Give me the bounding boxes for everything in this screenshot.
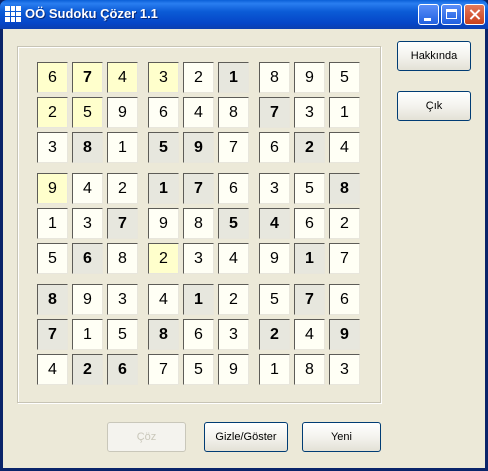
sudoku-cell[interactable]: 8 <box>218 97 249 128</box>
sudoku-cell[interactable]: 1 <box>107 132 138 163</box>
new-button[interactable]: Yeni <box>302 422 381 452</box>
sudoku-cell[interactable]: 9 <box>107 97 138 128</box>
title-bar[interactable]: OÖ Sudoku Çözer 1.1 <box>0 0 488 29</box>
sudoku-cell[interactable]: 1 <box>218 62 249 93</box>
sudoku-cell[interactable]: 4 <box>148 284 179 315</box>
window-title: OÖ Sudoku Çözer 1.1 <box>25 6 158 21</box>
sudoku-cell[interactable]: 2 <box>183 62 214 93</box>
sudoku-cell[interactable]: 3 <box>72 208 103 239</box>
sudoku-cell[interactable]: 1 <box>183 284 214 315</box>
sudoku-cell[interactable]: 9 <box>183 132 214 163</box>
sudoku-cell[interactable]: 6 <box>148 97 179 128</box>
sudoku-cell[interactable]: 5 <box>218 208 249 239</box>
sudoku-cell[interactable]: 5 <box>259 284 290 315</box>
sudoku-cell[interactable]: 8 <box>37 284 68 315</box>
about-button[interactable]: Hakkında <box>397 41 471 71</box>
maximize-icon[interactable] <box>441 4 462 25</box>
sudoku-cell[interactable]: 6 <box>107 354 138 385</box>
sudoku-cell[interactable]: 2 <box>72 354 103 385</box>
sudoku-cell[interactable]: 7 <box>37 319 68 350</box>
close-icon[interactable] <box>464 4 485 25</box>
sudoku-cell[interactable]: 4 <box>107 62 138 93</box>
sudoku-cell[interactable]: 3 <box>37 132 68 163</box>
sudoku-cell[interactable]: 2 <box>107 173 138 204</box>
sudoku-cell[interactable]: 6 <box>183 319 214 350</box>
sudoku-cell[interactable]: 8 <box>294 354 325 385</box>
sudoku-cell[interactable]: 5 <box>148 132 179 163</box>
exit-button[interactable]: Çık <box>397 91 471 121</box>
sudoku-cell[interactable]: 9 <box>218 354 249 385</box>
sudoku-cell[interactable]: 5 <box>72 97 103 128</box>
sudoku-cell[interactable]: 9 <box>329 319 360 350</box>
sudoku-cell[interactable]: 8 <box>148 319 179 350</box>
sudoku-cell[interactable]: 6 <box>259 132 290 163</box>
sudoku-cell[interactable]: 1 <box>329 97 360 128</box>
sudoku-cell[interactable]: 7 <box>329 243 360 274</box>
sudoku-cell[interactable]: 7 <box>183 173 214 204</box>
sudoku-cell[interactable]: 3 <box>259 173 290 204</box>
grid-icon <box>5 6 21 22</box>
sudoku-cell[interactable]: 9 <box>259 243 290 274</box>
sudoku-cell[interactable]: 6 <box>329 284 360 315</box>
sudoku-window: OÖ Sudoku Çözer 1.1 67432189525964873138… <box>0 0 488 471</box>
sudoku-cell[interactable]: 7 <box>72 62 103 93</box>
sudoku-cell[interactable]: 7 <box>259 97 290 128</box>
sudoku-cell[interactable]: 3 <box>183 243 214 274</box>
sudoku-cell[interactable]: 7 <box>218 132 249 163</box>
sudoku-cell[interactable]: 3 <box>294 97 325 128</box>
solve-button[interactable]: Çöz <box>107 422 186 452</box>
sudoku-cell[interactable]: 3 <box>329 354 360 385</box>
sudoku-cell[interactable]: 7 <box>294 284 325 315</box>
sudoku-cell[interactable]: 1 <box>37 208 68 239</box>
sudoku-cell[interactable]: 2 <box>37 97 68 128</box>
sudoku-cell[interactable]: 5 <box>294 173 325 204</box>
sudoku-cell[interactable]: 8 <box>183 208 214 239</box>
sudoku-cell[interactable]: 4 <box>329 132 360 163</box>
sudoku-cell[interactable]: 8 <box>72 132 103 163</box>
sudoku-cell[interactable]: 4 <box>294 319 325 350</box>
sudoku-cell[interactable]: 5 <box>329 62 360 93</box>
sudoku-cell[interactable]: 9 <box>37 173 68 204</box>
sudoku-cell[interactable]: 1 <box>294 243 325 274</box>
sudoku-cell[interactable]: 7 <box>148 354 179 385</box>
sudoku-cell[interactable]: 2 <box>148 243 179 274</box>
sudoku-cell[interactable]: 4 <box>259 208 290 239</box>
sudoku-cell[interactable]: 4 <box>218 243 249 274</box>
sudoku-cell[interactable]: 4 <box>37 354 68 385</box>
sudoku-cell[interactable]: 8 <box>107 243 138 274</box>
client-area: 6743218952596487313815976249421763581379… <box>3 29 485 468</box>
sudoku-cell[interactable]: 3 <box>107 284 138 315</box>
sudoku-cell[interactable]: 9 <box>148 208 179 239</box>
sudoku-cell[interactable]: 2 <box>294 132 325 163</box>
sudoku-cell[interactable]: 3 <box>218 319 249 350</box>
sudoku-cell[interactable]: 7 <box>107 208 138 239</box>
sudoku-cell[interactable]: 3 <box>148 62 179 93</box>
sudoku-cell[interactable]: 5 <box>107 319 138 350</box>
sudoku-cell[interactable]: 1 <box>72 319 103 350</box>
sudoku-cell[interactable]: 1 <box>148 173 179 204</box>
sudoku-cell[interactable]: 2 <box>218 284 249 315</box>
sudoku-cell[interactable]: 5 <box>37 243 68 274</box>
sudoku-cell[interactable]: 4 <box>72 173 103 204</box>
sudoku-cell[interactable]: 4 <box>183 97 214 128</box>
sudoku-cell[interactable]: 6 <box>37 62 68 93</box>
sudoku-cell[interactable]: 8 <box>259 62 290 93</box>
sudoku-cell[interactable]: 9 <box>294 62 325 93</box>
sudoku-cell[interactable]: 6 <box>294 208 325 239</box>
minimize-icon[interactable] <box>418 4 439 25</box>
sudoku-cell[interactable]: 6 <box>218 173 249 204</box>
sudoku-cell[interactable]: 1 <box>259 354 290 385</box>
sudoku-cell[interactable]: 5 <box>183 354 214 385</box>
hide-show-button[interactable]: Gizle/Göster <box>204 422 288 452</box>
sudoku-cell[interactable]: 6 <box>72 243 103 274</box>
sudoku-cell[interactable]: 2 <box>259 319 290 350</box>
sudoku-cell[interactable]: 9 <box>72 284 103 315</box>
sudoku-cell[interactable]: 2 <box>329 208 360 239</box>
sudoku-cell[interactable]: 8 <box>329 173 360 204</box>
